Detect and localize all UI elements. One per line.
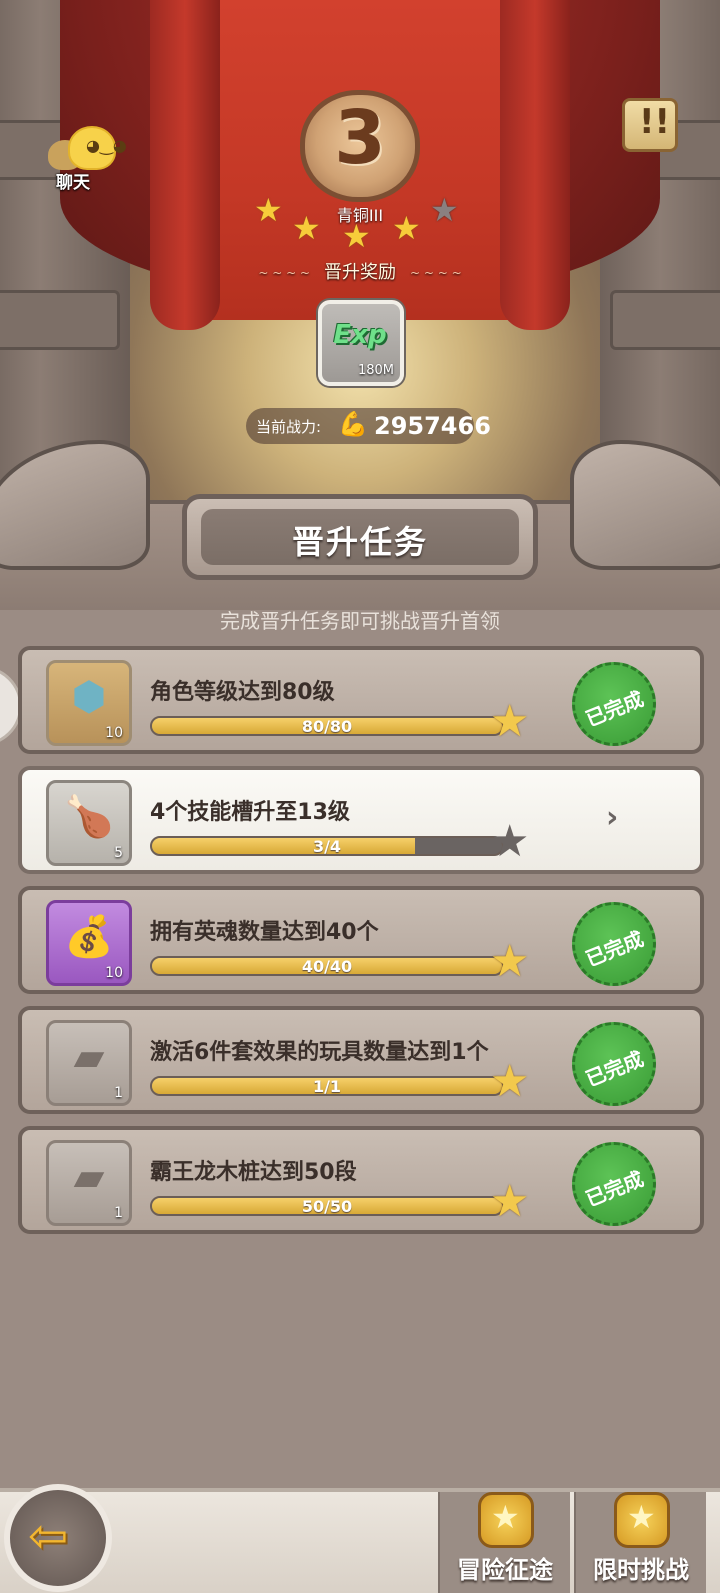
task-progress-bar: 40/40 xyxy=(150,956,504,976)
roast-food-icon: 🍗 xyxy=(64,794,114,840)
soul-bag-icon: 💰 xyxy=(64,914,114,960)
task-progress-text: 3/4 xyxy=(312,837,342,856)
task-progress-bar: 80/80 xyxy=(150,716,504,736)
exp-icon: Exp xyxy=(333,320,387,350)
chevron-right-icon[interactable]: › xyxy=(606,800,618,835)
task-row[interactable]: ▰ 1 激活6件套效果的玩具数量达到1个 1/1 ★ 已完成 xyxy=(18,1006,704,1114)
crystal-potion-icon: ⬢ xyxy=(71,674,107,720)
task-item-slot[interactable]: ▰ 1 xyxy=(46,1020,132,1106)
winged-star-icon: ★ xyxy=(614,1492,670,1548)
combat-power-label: 当前战力: xyxy=(256,418,322,436)
scroll-notice-button[interactable]: !! xyxy=(622,98,678,152)
task-title: 角色等级达到80级 xyxy=(150,680,335,705)
completed-stamp[interactable]: 已完成 xyxy=(572,1142,656,1226)
star-empty-icon: ★ xyxy=(490,816,530,867)
combat-power-bar: 当前战力: 💪 2957466 xyxy=(246,408,491,444)
stone-tablet-icon: ▰ xyxy=(73,1154,105,1200)
task-progress-bar: 3/4 xyxy=(150,836,504,856)
rank-number: 3 xyxy=(334,95,386,181)
scroll-notice-icon: !! xyxy=(639,102,671,142)
promotion-reward-title: 晋升奖励 xyxy=(0,258,720,284)
task-title: 拥有英魂数量达到40个 xyxy=(150,920,379,945)
task-item-slot[interactable]: ▰ 1 xyxy=(46,1140,132,1226)
task-progress-text: 80/80 xyxy=(301,717,353,736)
rank-badge: 3 xyxy=(300,90,420,202)
bicep-icon: 💪 xyxy=(338,410,368,438)
completed-stamp[interactable]: 已完成 xyxy=(572,1022,656,1106)
task-title: 激活6件套效果的玩具数量达到1个 xyxy=(150,1040,489,1065)
back-arrow-icon: ⇦ xyxy=(28,1508,69,1564)
completed-stamp[interactable]: 已完成 xyxy=(572,662,656,746)
task-progress-bar: 50/50 xyxy=(150,1196,504,1216)
task-item-slot[interactable]: ⬢ 10 xyxy=(46,660,132,746)
tab-adventure-label: 冒险征途 xyxy=(457,1556,553,1584)
section-plaque: 晋升任务 xyxy=(182,494,538,580)
smiley-face-icon: ◕‿◕ xyxy=(86,136,127,155)
exp-reward-item[interactable]: Exp 180M xyxy=(318,300,404,386)
section-hint: 完成晋升任务即可挑战晋升首领 xyxy=(220,609,500,633)
tab-limited-challenge-label: 限时挑战 xyxy=(593,1556,689,1584)
trophy-star-icon: ★ xyxy=(478,1492,534,1548)
star-icon: ★ xyxy=(490,936,530,987)
tab-adventure[interactable]: ★ 冒险征途 xyxy=(438,1492,570,1593)
stone-tablet-icon: ▰ xyxy=(73,1034,105,1080)
task-progress-text: 40/40 xyxy=(301,957,353,976)
task-progress-text: 1/1 xyxy=(312,1077,342,1096)
completed-stamp[interactable]: 已完成 xyxy=(572,902,656,986)
task-row[interactable]: ⬢ 10 角色等级达到80级 80/80 ★ 已完成 xyxy=(18,646,704,754)
star-icon: ★ xyxy=(490,1176,530,1227)
task-progress-text: 50/50 xyxy=(301,1197,353,1216)
reward-count: 180M xyxy=(357,363,394,378)
star-icon: ★ xyxy=(490,1056,530,1107)
tab-limited-challenge[interactable]: ★ 限时挑战 xyxy=(574,1492,706,1593)
task-title: 4个技能槽升至13级 xyxy=(150,800,350,825)
task-item-slot[interactable]: 🍗 5 xyxy=(46,780,132,866)
back-button[interactable]: ⇦ xyxy=(4,1484,112,1592)
task-progress-bar: 1/1 xyxy=(150,1076,504,1096)
chat-button[interactable]: ◕‿◕ 聊天 xyxy=(44,124,127,194)
rank-name: 青铜III xyxy=(336,206,384,225)
section-title: 晋升任务 xyxy=(291,523,428,561)
task-title: 霸王龙木桩达到50段 xyxy=(150,1160,357,1185)
combat-power-value: 2957466 xyxy=(374,412,491,440)
star-icon: ★ xyxy=(490,696,530,747)
task-item-slot[interactable]: 💰 10 xyxy=(46,900,132,986)
task-row[interactable]: 🍗 5 4个技能槽升至13级 3/4 ★ › xyxy=(18,766,704,874)
task-row[interactable]: ▰ 1 霸王龙木桩达到50段 50/50 ★ 已完成 xyxy=(18,1126,704,1234)
task-row[interactable]: 💰 10 拥有英魂数量达到40个 40/40 ★ 已完成 xyxy=(18,886,704,994)
